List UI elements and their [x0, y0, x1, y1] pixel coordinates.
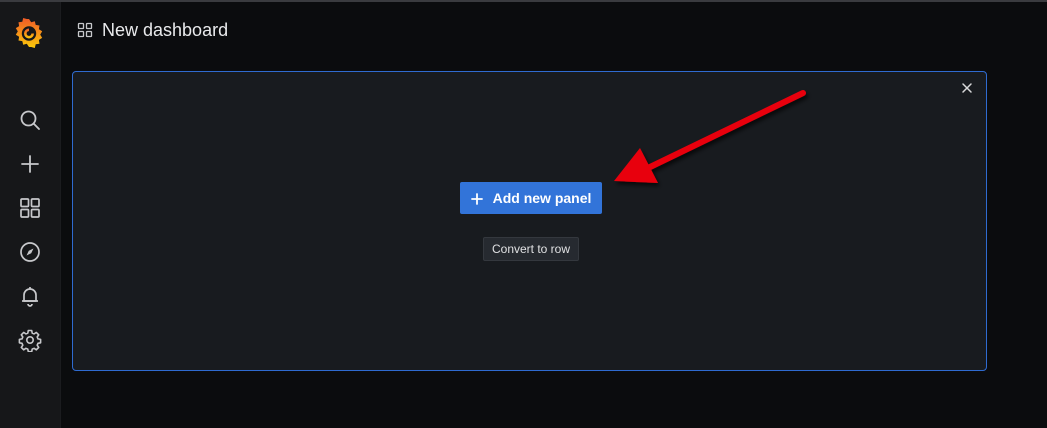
gear-icon[interactable] [18, 328, 42, 352]
header: New dashboard [60, 2, 1047, 58]
compass-icon[interactable] [18, 240, 42, 264]
convert-to-row-button[interactable]: Convert to row [483, 237, 579, 261]
close-icon[interactable] [960, 81, 974, 95]
grafana-logo-icon[interactable] [13, 17, 45, 49]
dashboards-icon[interactable] [18, 196, 42, 220]
plus-icon [470, 192, 483, 205]
page-title[interactable]: New dashboard [102, 20, 228, 41]
add-new-panel-label: Add new panel [492, 190, 592, 206]
sidebar [0, 2, 61, 428]
bell-icon[interactable] [18, 284, 42, 308]
plus-icon[interactable] [18, 152, 42, 176]
dashboards-icon [77, 22, 93, 38]
search-icon[interactable] [18, 108, 42, 132]
add-new-panel-button[interactable]: Add new panel [460, 182, 602, 214]
new-panel-placeholder: Add new panel Convert to row [72, 71, 987, 371]
